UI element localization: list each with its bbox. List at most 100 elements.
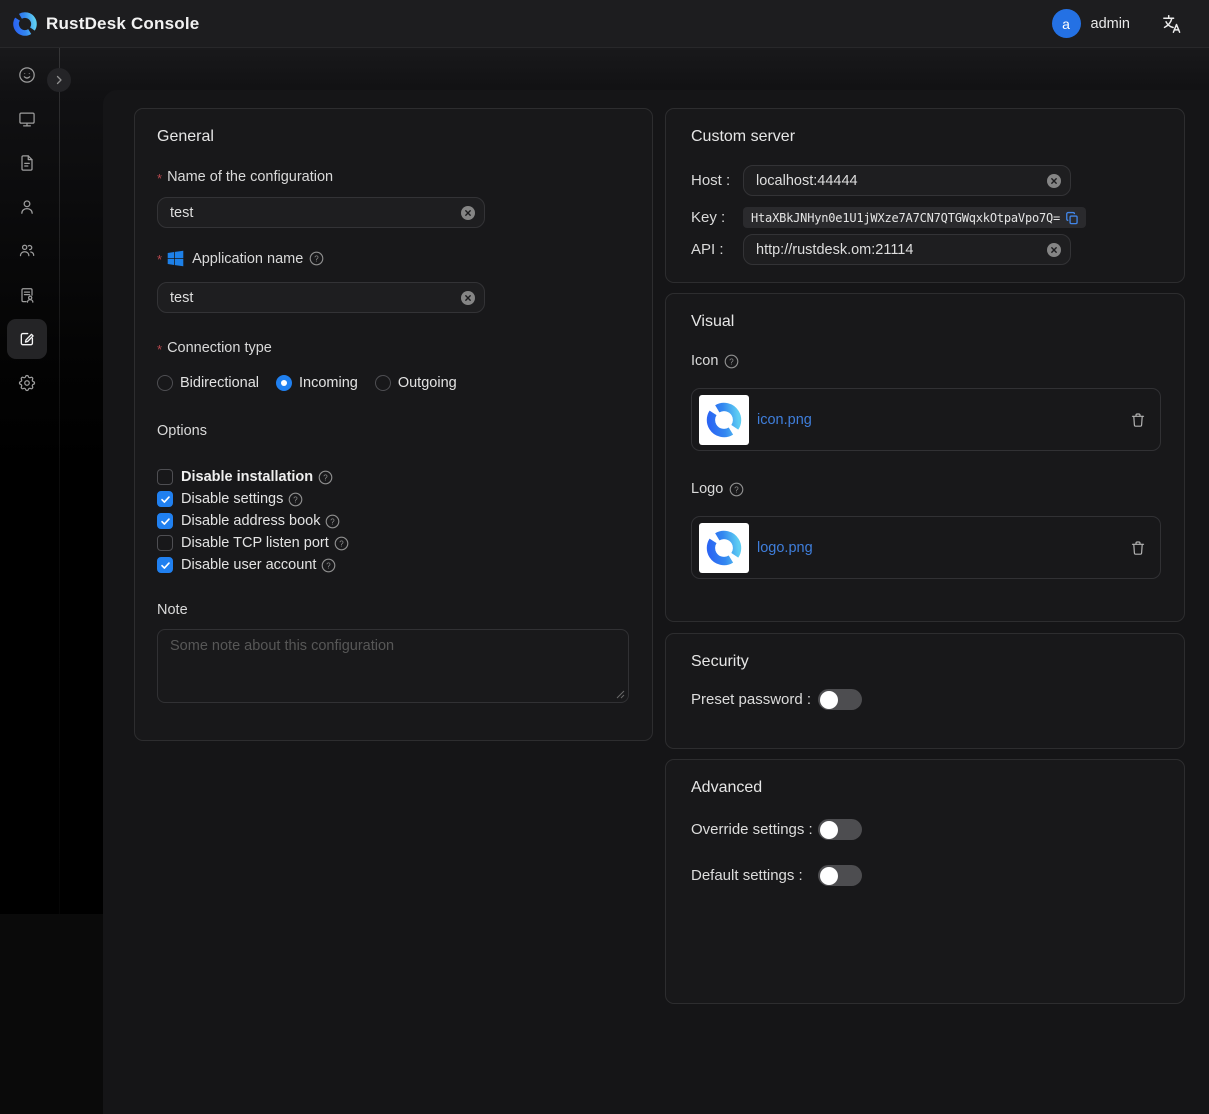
svg-text:?: ? bbox=[730, 357, 735, 366]
sidebar-divider bbox=[59, 48, 60, 914]
app-name-input-field[interactable] bbox=[158, 283, 484, 312]
override-settings-toggle[interactable] bbox=[818, 819, 862, 840]
svg-text:?: ? bbox=[331, 517, 336, 526]
default-settings-toggle[interactable] bbox=[818, 865, 862, 886]
radio-circle bbox=[276, 375, 292, 391]
document-icon bbox=[17, 153, 37, 173]
options-label: Options bbox=[157, 423, 630, 439]
clear-icon[interactable] bbox=[461, 206, 475, 220]
preset-password-toggle[interactable] bbox=[818, 689, 862, 710]
checkbox-label: Disable TCP listen port bbox=[181, 535, 329, 551]
checkbox-disable-tcp-listen-port[interactable]: Disable TCP listen port ? bbox=[157, 532, 630, 554]
icon-label: Icon ? bbox=[691, 353, 1159, 369]
svg-text:?: ? bbox=[323, 473, 328, 482]
trash-icon[interactable] bbox=[1130, 540, 1146, 556]
checkbox-box bbox=[157, 469, 173, 485]
visual-card: Visual Icon ? icon.png bbox=[665, 293, 1185, 622]
help-icon[interactable]: ? bbox=[325, 514, 340, 529]
sidebar-item-audit[interactable] bbox=[7, 143, 47, 183]
page-container: General * Name of the configuration * Ap… bbox=[103, 90, 1209, 1114]
sidebar bbox=[0, 48, 59, 914]
help-icon[interactable]: ? bbox=[309, 251, 324, 266]
host-input-field[interactable] bbox=[744, 166, 1070, 195]
sidebar-item-settings[interactable] bbox=[7, 363, 47, 403]
name-input-field[interactable] bbox=[158, 198, 484, 227]
security-card-title: Security bbox=[691, 653, 1159, 671]
toggle-knob bbox=[820, 867, 838, 885]
override-settings-label: Override settings : bbox=[691, 821, 818, 838]
override-settings-row: Override settings : bbox=[691, 819, 1159, 840]
avatar[interactable]: a bbox=[1052, 9, 1081, 38]
checkbox-box bbox=[157, 513, 173, 529]
user-name[interactable]: admin bbox=[1091, 16, 1131, 32]
checkbox-label: Disable address book bbox=[181, 513, 320, 529]
radio-bidirectional[interactable]: Bidirectional bbox=[157, 375, 259, 391]
clear-icon[interactable] bbox=[461, 291, 475, 305]
help-icon[interactable]: ? bbox=[318, 470, 333, 485]
svg-text:?: ? bbox=[294, 495, 299, 504]
clear-icon[interactable] bbox=[1047, 243, 1061, 257]
sidebar-item-accounts[interactable] bbox=[7, 275, 47, 315]
translate-icon[interactable] bbox=[1160, 13, 1182, 35]
field-label-text: Application name bbox=[192, 251, 303, 267]
api-row: API : bbox=[691, 234, 1159, 265]
sidebar-item-dashboard[interactable] bbox=[7, 55, 47, 95]
required-asterisk: * bbox=[157, 171, 162, 186]
sidebar-item-devices[interactable] bbox=[7, 99, 47, 139]
svg-text:?: ? bbox=[327, 561, 332, 570]
key-value: HtaXBkJNHyn0e1U1jWXze7A7CN7QTGWqxkOtpaVp… bbox=[751, 211, 1060, 225]
app-body: General * Name of the configuration * Ap… bbox=[0, 48, 1209, 914]
radio-outgoing[interactable]: Outgoing bbox=[375, 375, 457, 391]
chevron-right-icon bbox=[53, 74, 65, 86]
app-title: RustDesk Console bbox=[46, 14, 199, 34]
clear-icon[interactable] bbox=[1047, 174, 1061, 188]
help-icon[interactable]: ? bbox=[288, 492, 303, 507]
help-icon[interactable]: ? bbox=[724, 354, 739, 369]
options-checkbox-list: Disable installation ? Disable settings … bbox=[157, 466, 630, 576]
logo-file-name[interactable]: logo.png bbox=[757, 540, 813, 556]
required-asterisk: * bbox=[157, 342, 162, 357]
sidebar-item-users[interactable] bbox=[7, 187, 47, 227]
edit-icon bbox=[17, 329, 37, 349]
security-card: Security Preset password : bbox=[665, 633, 1185, 749]
logo-thumbnail[interactable] bbox=[699, 523, 749, 573]
checkbox-disable-installation[interactable]: Disable installation ? bbox=[157, 466, 630, 488]
field-label-text: Connection type bbox=[167, 340, 272, 356]
help-icon[interactable]: ? bbox=[334, 536, 349, 551]
sidebar-expand-button[interactable] bbox=[47, 68, 71, 92]
key-row: Key : HtaXBkJNHyn0e1U1jWXze7A7CN7QTGWqxk… bbox=[691, 207, 1159, 228]
sidebar-item-custom-clients[interactable] bbox=[7, 319, 47, 359]
user-icon bbox=[17, 197, 37, 217]
radio-incoming[interactable]: Incoming bbox=[276, 375, 358, 391]
custom-server-card-title: Custom server bbox=[691, 128, 1159, 146]
icon-thumbnail[interactable] bbox=[699, 395, 749, 445]
help-icon[interactable]: ? bbox=[321, 558, 336, 573]
icon-file-name[interactable]: icon.png bbox=[757, 412, 812, 428]
default-settings-row: Default settings : bbox=[691, 865, 1159, 886]
logo-upload-item: logo.png bbox=[691, 516, 1161, 579]
radio-circle bbox=[157, 375, 173, 391]
users-icon bbox=[17, 241, 37, 261]
field-label-text: Logo bbox=[691, 481, 723, 497]
radio-circle bbox=[375, 375, 391, 391]
trash-icon[interactable] bbox=[1130, 412, 1146, 428]
svg-text:?: ? bbox=[735, 485, 740, 494]
note-textarea-wrap bbox=[157, 629, 629, 703]
checkbox-box bbox=[157, 491, 173, 507]
checkbox-disable-user-account[interactable]: Disable user account ? bbox=[157, 554, 630, 576]
custom-server-card: Custom server Host : Key : HtaXBkJNHyn0e… bbox=[665, 108, 1185, 283]
note-textarea[interactable] bbox=[158, 630, 628, 702]
help-icon[interactable]: ? bbox=[729, 482, 744, 497]
brand[interactable]: RustDesk Console bbox=[0, 11, 199, 37]
checkbox-disable-settings[interactable]: Disable settings ? bbox=[157, 488, 630, 510]
host-row: Host : bbox=[691, 165, 1159, 196]
api-label: API : bbox=[691, 241, 743, 258]
copy-icon[interactable] bbox=[1065, 211, 1079, 225]
sidebar-item-groups[interactable] bbox=[7, 231, 47, 271]
api-input-field[interactable] bbox=[744, 235, 1070, 264]
monitor-icon bbox=[17, 109, 37, 129]
checkbox-disable-address-book[interactable]: Disable address book ? bbox=[157, 510, 630, 532]
logo-label: Logo ? bbox=[691, 481, 1159, 497]
host-input bbox=[743, 165, 1071, 196]
field-label-text: Name of the configuration bbox=[167, 169, 333, 185]
